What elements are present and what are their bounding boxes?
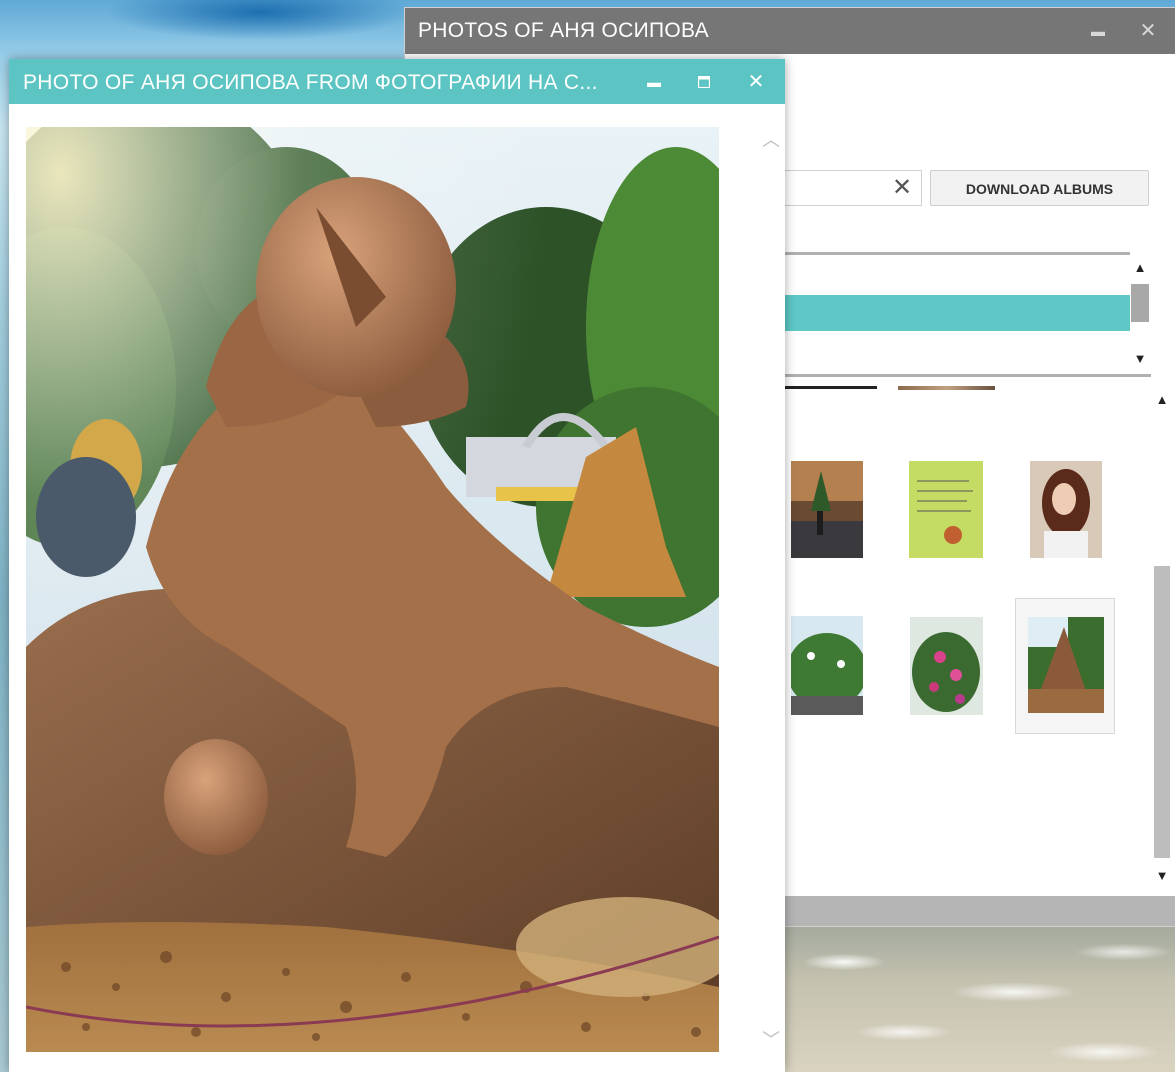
- scroll-down-icon[interactable]: ▼: [1154, 868, 1170, 884]
- close-icon[interactable]: ✕: [739, 65, 773, 99]
- photos-window-title: PHOTOS OF АНЯ ОСИПОВА: [418, 19, 709, 42]
- album-filter-input[interactable]: ✕: [775, 170, 922, 206]
- close-icon[interactable]: ✕: [1131, 14, 1165, 48]
- scroll-down-icon[interactable]: ﹀: [760, 1029, 782, 1051]
- photo-viewer-titlebar[interactable]: PHOTO OF АНЯ ОСИПОВА FROM ФОТОГРАФИИ НА …: [9, 59, 785, 104]
- photo-grid-scrollbar-thumb[interactable]: [1154, 566, 1170, 858]
- maximize-icon[interactable]: [687, 65, 721, 99]
- minimize-icon[interactable]: ▬: [1081, 14, 1115, 48]
- album-list-bottom-border: [785, 374, 1151, 377]
- photo-thumbnail[interactable]: [910, 617, 983, 715]
- album-list-scrollbar-thumb[interactable]: [1131, 284, 1149, 322]
- clear-search-icon[interactable]: ✕: [889, 175, 915, 201]
- photo-thumbnail[interactable]: [909, 461, 983, 558]
- photo-thumbnail[interactable]: [791, 616, 863, 715]
- scroll-up-icon[interactable]: ▲: [1132, 260, 1148, 276]
- album-list-top-border: [785, 252, 1130, 255]
- photo-thumbnail[interactable]: [1030, 461, 1102, 558]
- wallpaper-sea: [784, 922, 1175, 1072]
- photo-thumbnail[interactable]: [791, 461, 863, 558]
- photos-window-titlebar[interactable]: PHOTOS OF АНЯ ОСИПОВА ▬ ✕: [405, 8, 1175, 54]
- scroll-down-icon[interactable]: ▼: [1132, 351, 1148, 367]
- photo-thumbnail-selected[interactable]: [1015, 598, 1115, 734]
- thumbnail-row-fragment: [898, 386, 995, 390]
- thumbnail-row-fragment: [785, 386, 877, 389]
- photo-viewer-title: PHOTO OF АНЯ ОСИПОВА FROM ФОТОГРАФИИ НА …: [23, 71, 598, 94]
- photo-viewer-window: PHOTO OF АНЯ ОСИПОВА FROM ФОТОГРАФИИ НА …: [9, 59, 785, 1072]
- album-list-selected-item[interactable]: [785, 295, 1130, 331]
- scroll-up-icon[interactable]: ▲: [1154, 392, 1170, 408]
- minimize-icon[interactable]: ▬: [637, 65, 671, 99]
- download-albums-button[interactable]: DOWNLOAD ALBUMS: [930, 170, 1149, 206]
- sand-sculpture-photo: [26, 127, 719, 1052]
- scroll-up-icon[interactable]: ︿: [760, 129, 782, 151]
